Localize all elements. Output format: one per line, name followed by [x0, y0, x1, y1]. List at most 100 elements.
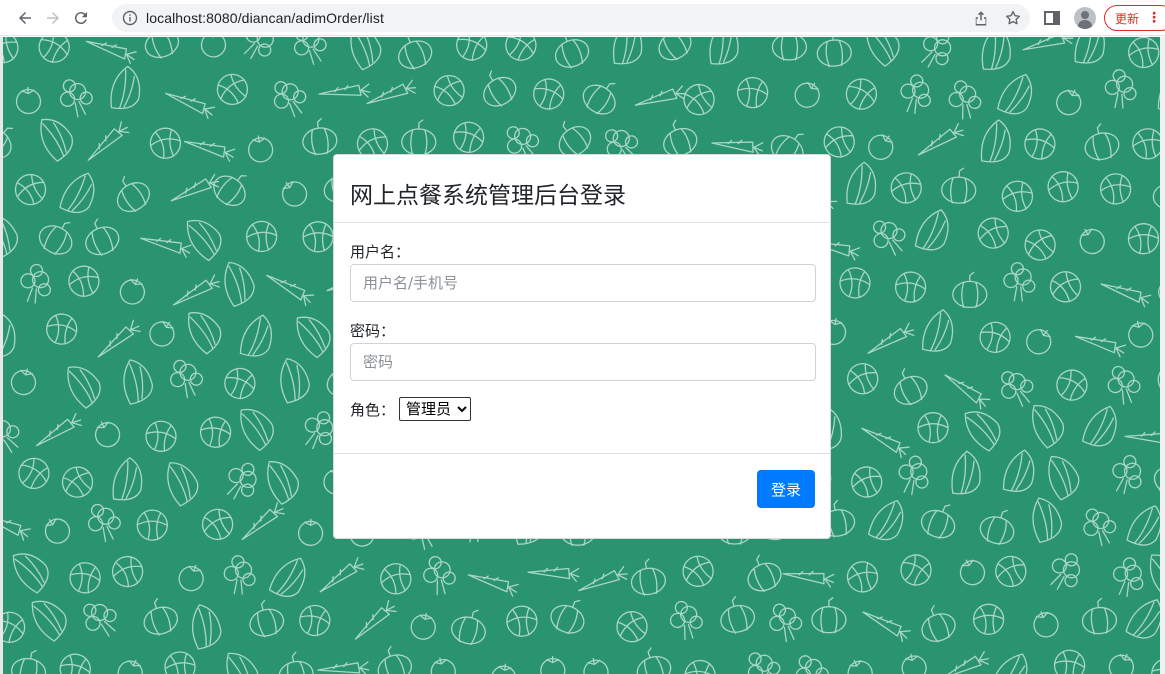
vegetable-doodle — [980, 119, 1011, 163]
vegetable-doodle — [302, 118, 338, 156]
url-text[interactable]: localhost:8080/diancan/adimOrder/list — [146, 10, 384, 26]
vegetable-doodle — [1049, 271, 1082, 303]
vegetable-doodle — [1081, 597, 1118, 635]
page-title: 网上点餐系统管理后台登录 — [350, 183, 626, 209]
username-input[interactable] — [350, 264, 816, 302]
vegetable-doodle — [1056, 89, 1082, 116]
vegetable-doodle — [1124, 431, 1160, 445]
vegetable-doodle — [178, 564, 204, 592]
vegetable-doodle — [921, 309, 954, 352]
vegetable-doodle — [630, 558, 666, 596]
forward-icon[interactable] — [42, 7, 64, 29]
update-label: 更新 — [1115, 11, 1140, 26]
login-button[interactable]: 登录 — [757, 470, 815, 508]
sidepanel-icon[interactable] — [1042, 8, 1062, 28]
vegetable-doodle — [296, 316, 331, 359]
vegetable-doodle — [3, 611, 26, 644]
role-label: 角色： — [350, 400, 396, 419]
vegetable-doodle — [894, 271, 927, 303]
vegetable-doodle — [736, 76, 769, 109]
page-scrollbar[interactable] — [1160, 37, 1165, 674]
vegetable-doodle — [116, 175, 150, 213]
role-select[interactable]: 管理员 — [399, 397, 472, 421]
vegetable-doodle — [948, 80, 982, 120]
vegetable-doodle — [1128, 37, 1160, 69]
vegetable-doodle — [216, 73, 249, 106]
password-label: 密码： — [350, 322, 396, 340]
back-icon[interactable] — [14, 7, 36, 29]
vegetable-doodle — [224, 261, 255, 307]
vegetable-doodle — [1084, 123, 1120, 161]
vegetable-doodle — [554, 37, 590, 69]
vegetable-doodle — [423, 555, 456, 596]
vegetable-doodle — [68, 265, 100, 297]
vegetable-doodle — [972, 603, 1005, 635]
vegetable-doodle — [658, 37, 692, 61]
vegetable-doodle — [506, 605, 538, 637]
vegetable-doodle — [59, 172, 95, 214]
vegetable-doodle — [1127, 223, 1160, 255]
vegetable-doodle — [491, 663, 517, 674]
vegetable-doodle — [318, 83, 371, 98]
vegetable-doodle — [612, 37, 643, 65]
vegetable-doodle — [15, 86, 42, 115]
vegetable-doodle — [1151, 658, 1160, 674]
vegetable-doodle — [582, 82, 616, 115]
vegetable-doodle — [268, 557, 306, 597]
vegetable-doodle — [245, 220, 278, 253]
vegetable-doodle — [578, 565, 628, 592]
vegetable-doodle — [380, 563, 412, 595]
vegetable-doodle — [1112, 454, 1142, 495]
vegetable-doodle — [38, 221, 73, 255]
vegetable-doodle — [1024, 128, 1056, 160]
vegetable-doodle — [1026, 328, 1052, 355]
address-bar[interactable]: localhost:8080/diancan/adimOrder/list — [112, 4, 1030, 32]
vegetable-doodle — [1099, 173, 1132, 205]
vegetable-doodle — [1047, 171, 1079, 203]
vegetable-doodle — [1032, 405, 1065, 449]
vegetable-doodle — [981, 37, 1011, 70]
vegetable-doodle — [1074, 37, 1105, 64]
password-input[interactable] — [350, 343, 816, 381]
vegetable-doodle — [901, 653, 927, 674]
vegetable-doodle — [917, 412, 949, 444]
vegetable-doodle — [711, 139, 764, 157]
vegetable-doodle — [811, 597, 847, 634]
vegetable-doodle — [170, 173, 220, 202]
vegetable-doodle — [167, 462, 199, 507]
vegetable-doodle — [1125, 599, 1160, 639]
info-icon[interactable] — [122, 10, 138, 26]
vegetable-doodle — [3, 37, 19, 64]
menu-icon[interactable]: ⋮ — [1147, 10, 1161, 26]
vegetable-doodle — [1048, 455, 1080, 501]
share-icon[interactable] — [972, 9, 990, 27]
star-icon[interactable] — [1004, 9, 1022, 27]
vegetable-doodle — [1128, 320, 1154, 348]
vegetable-doodle — [995, 555, 1027, 588]
vegetable-doodle — [302, 221, 334, 253]
vegetable-doodle — [69, 562, 101, 594]
vegetable-doodle — [452, 121, 485, 154]
vegetable-doodle — [616, 611, 648, 643]
vegetable-doodle — [1157, 364, 1160, 396]
vegetable-doodle — [201, 508, 234, 541]
profile-icon[interactable] — [1074, 7, 1096, 29]
vegetable-doodle — [782, 570, 835, 588]
vegetable-doodle — [1001, 371, 1034, 407]
vegetable-doodle — [267, 461, 299, 505]
vegetable-doodle — [200, 37, 227, 58]
update-button[interactable]: 更新 ⋮ — [1104, 5, 1165, 31]
vegetable-doodle — [299, 604, 331, 637]
vegetable-doodle — [12, 553, 49, 594]
vegetable-doodle — [398, 37, 433, 70]
vegetable-doodle — [816, 37, 852, 68]
vegetable-doodle — [709, 37, 739, 65]
vegetable-doodle — [46, 313, 78, 345]
vegetable-doodle — [297, 518, 324, 546]
reload-icon[interactable] — [70, 7, 92, 29]
vegetable-doodle — [172, 274, 221, 306]
vegetable-doodle — [247, 135, 274, 163]
vegetable-doodle — [226, 652, 259, 674]
vegetable-doodle — [550, 599, 585, 635]
vegetable-doodle — [769, 603, 803, 643]
